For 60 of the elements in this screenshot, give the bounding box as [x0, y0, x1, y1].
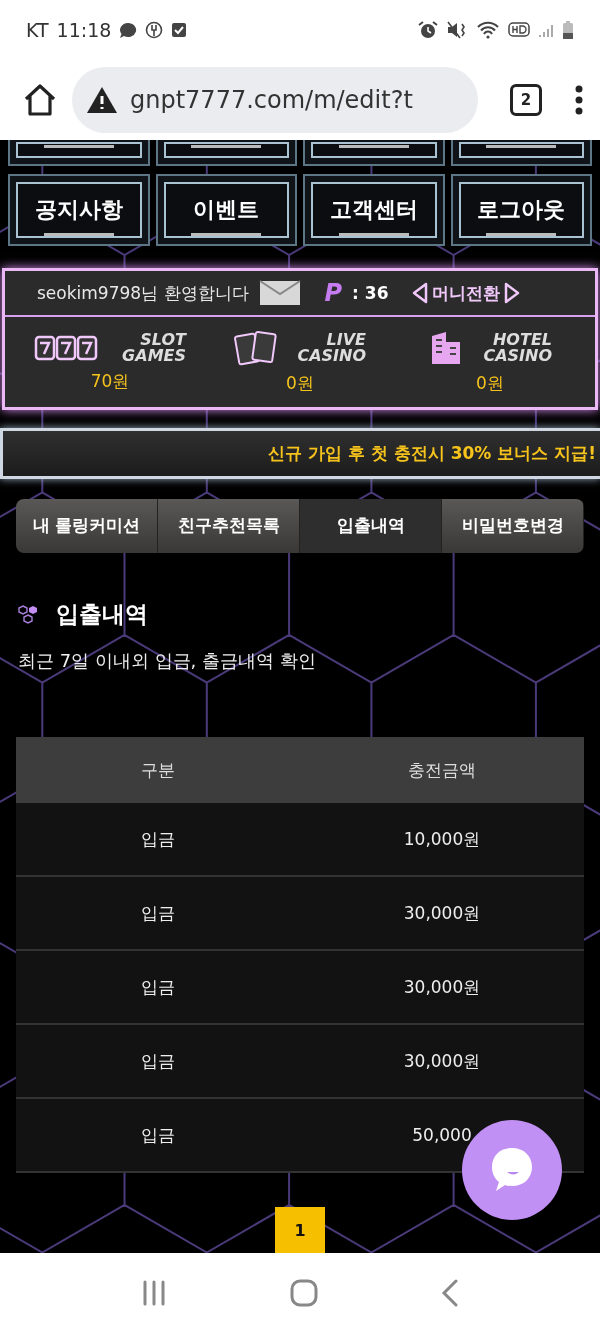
- section-title: 입출내역: [56, 600, 148, 630]
- wallet-amount: 0원: [286, 371, 314, 395]
- left-arrow-icon[interactable]: [412, 282, 429, 304]
- battery-icon: [562, 20, 574, 40]
- table-cell: 입금: [16, 876, 300, 950]
- table-cell: 10,000원: [300, 803, 584, 876]
- wallet-label: LIVE CASINO: [296, 331, 366, 364]
- more-icon[interactable]: [574, 85, 584, 115]
- menu-button[interactable]: [303, 140, 445, 166]
- welcome-text: seokim9798님 환영합니다: [37, 281, 249, 305]
- clock: 11:18: [56, 19, 112, 41]
- column-header: 구분: [16, 737, 300, 803]
- table-cell: 30,000원: [300, 876, 584, 950]
- tab[interactable]: 친구추천목록: [158, 499, 300, 553]
- points-label: P: [324, 279, 343, 307]
- table-cell: 입금: [16, 803, 300, 876]
- table-cell: 입금: [16, 1098, 300, 1172]
- tab[interactable]: 입출내역: [300, 499, 442, 553]
- tab-count[interactable]: 2: [510, 84, 542, 116]
- page-button[interactable]: 1: [275, 1207, 325, 1253]
- warning-icon: [86, 86, 118, 114]
- home-icon[interactable]: [22, 83, 58, 117]
- tab[interactable]: 비밀번호변경: [442, 499, 584, 553]
- fork-icon: [145, 21, 164, 39]
- menu-button[interactable]: 고객센터: [303, 174, 445, 246]
- recent-apps-icon[interactable]: [141, 1280, 168, 1306]
- mute-icon: [446, 20, 468, 40]
- table-cell: 30,000원: [300, 1024, 584, 1098]
- chat-icon: [119, 22, 138, 38]
- right-arrow-icon[interactable]: [504, 282, 521, 304]
- money-exchange-label[interactable]: 머니전환: [432, 281, 501, 305]
- points-value: : 36: [352, 283, 389, 303]
- menu-button[interactable]: 이벤트: [155, 174, 297, 246]
- menu-button[interactable]: [155, 140, 297, 166]
- wallet-label: SLOT GAMES: [121, 331, 186, 364]
- address-bar[interactable]: gnpt7777.com/m/edit?t: [72, 67, 478, 133]
- hexagons-icon: [18, 603, 40, 626]
- banner-text: 신규 가입 후 첫 충전시 30% 보너스 지급!: [268, 442, 596, 466]
- carrier: KT: [26, 19, 49, 41]
- tab[interactable]: 내 롤링커미션: [16, 499, 158, 553]
- table-cell: 입금: [16, 1024, 300, 1098]
- hd-icon: [508, 21, 530, 39]
- envelope-icon[interactable]: [258, 280, 301, 306]
- column-header: 충전금액: [300, 737, 584, 803]
- cards-icon: [234, 329, 278, 366]
- menu-button[interactable]: 공지사항: [8, 174, 150, 246]
- table-cell: 30,000원: [300, 950, 584, 1024]
- wallet-label: HOTEL CASINO: [482, 331, 552, 364]
- wallet-amount: 0원: [476, 371, 504, 395]
- alarm-icon: [418, 20, 438, 40]
- menu-button[interactable]: [8, 140, 150, 166]
- table-cell: 입금: [16, 950, 300, 1024]
- sevens-icon: [34, 334, 98, 361]
- section-subtitle: 최근 7일 이내외 입금, 출금내역 확인: [18, 649, 317, 673]
- menu-button[interactable]: 로그아웃: [450, 174, 592, 246]
- back-icon[interactable]: [440, 1279, 459, 1307]
- wifi-icon: [476, 20, 500, 40]
- wallet-amount: 70원: [90, 369, 130, 393]
- checkbox-icon: [171, 22, 188, 38]
- menu-button[interactable]: [450, 140, 592, 166]
